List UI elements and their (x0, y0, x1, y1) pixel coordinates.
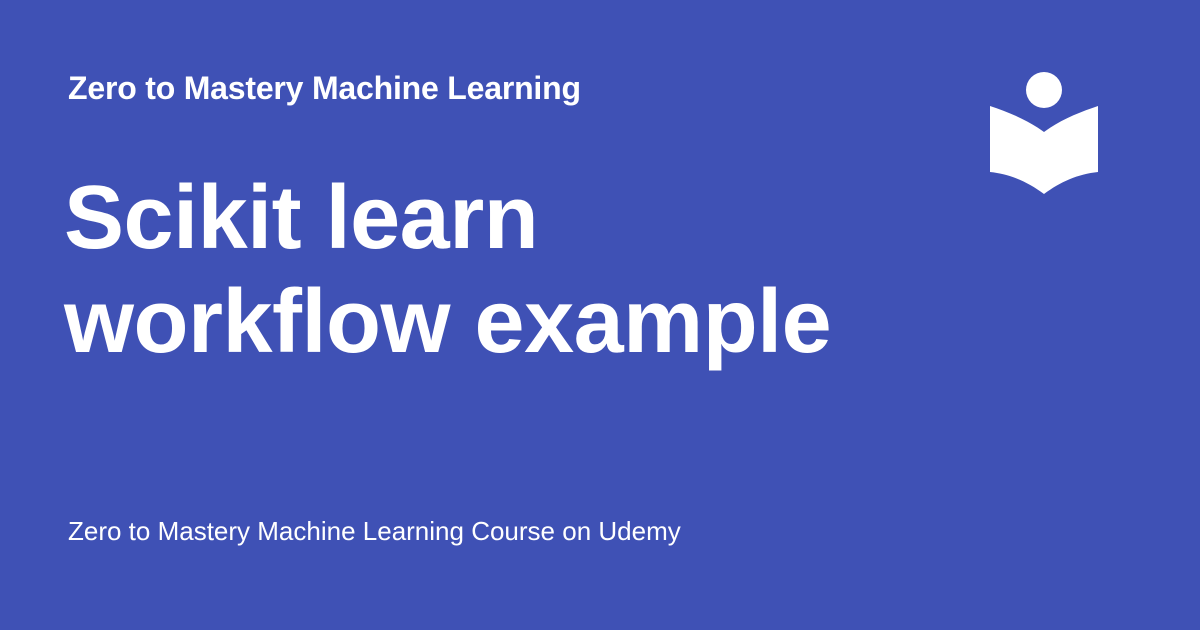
page-title-line-1: Scikit learn (64, 168, 539, 268)
page-title-line-2: workflow example (64, 272, 832, 372)
site-title: Zero to Mastery Machine Learning (68, 70, 581, 106)
course-footer-text: Zero to Mastery Machine Learning Course … (68, 516, 681, 546)
reader-book-icon (990, 72, 1098, 194)
social-card: Zero to Mastery Machine Learning Scikit … (0, 0, 1200, 630)
page-title: Scikit learn workflow example (64, 166, 964, 374)
